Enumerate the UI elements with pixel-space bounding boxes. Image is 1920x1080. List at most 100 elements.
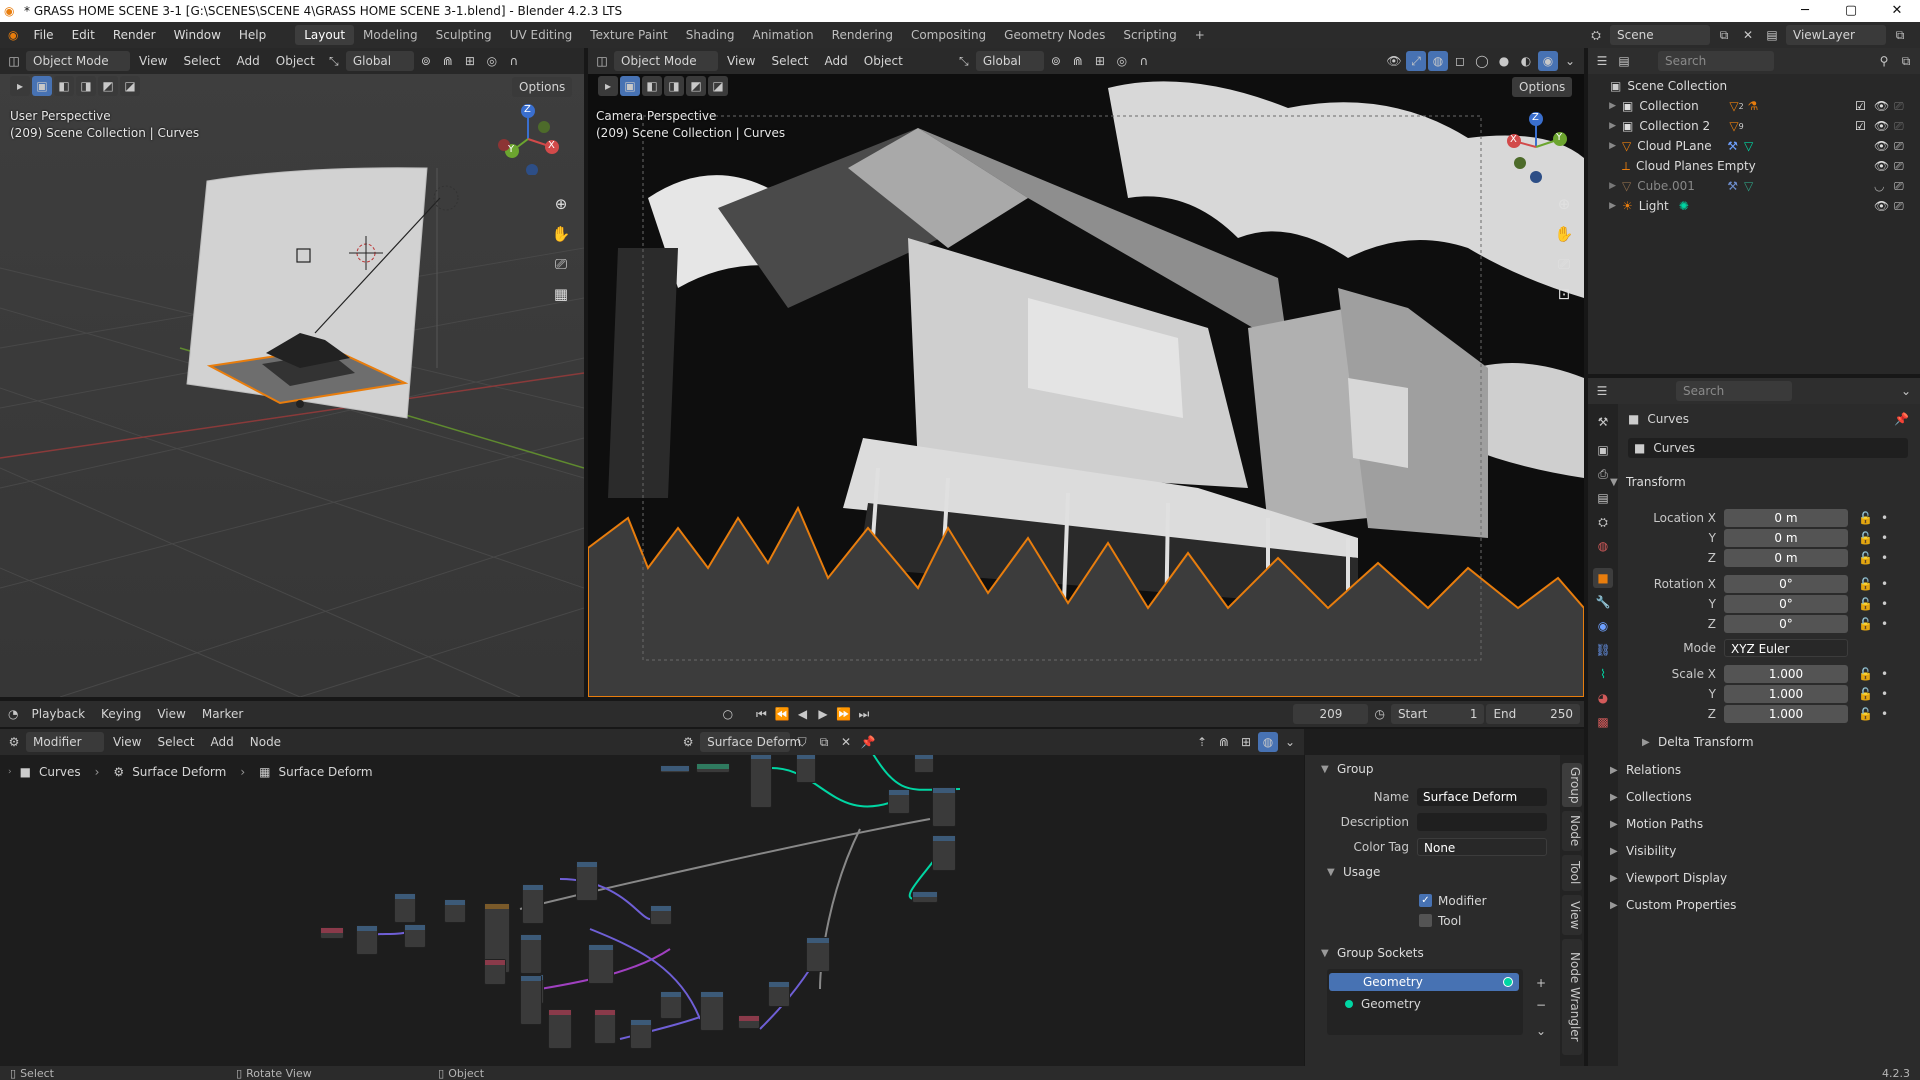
modifier-checkbox-row[interactable]: ✓ Modifier — [1419, 891, 1487, 910]
node-box[interactable] — [650, 905, 672, 925]
node-menu-node[interactable]: Node — [243, 732, 288, 752]
physics-tab-icon[interactable]: ◉ — [1593, 616, 1613, 636]
socket-item-input[interactable]: Geometry — [1329, 995, 1519, 1013]
properties-search[interactable]: Search — [1676, 381, 1792, 401]
shading-solid-icon[interactable]: ● — [1494, 51, 1514, 71]
play-reverse-icon[interactable]: ◀ — [793, 704, 812, 724]
world-tab-icon[interactable]: ◍ — [1593, 536, 1613, 556]
lock-icon[interactable]: 🔓 — [1858, 531, 1873, 545]
pivot-icon[interactable]: ⊚ — [416, 51, 436, 71]
camera-zoom-icon[interactable]: ⊕ — [1550, 190, 1578, 218]
select-box-icon[interactable]: ▣ — [32, 76, 52, 96]
node-box[interactable] — [444, 899, 466, 923]
node-box[interactable] — [320, 927, 344, 939]
camera-pan-hand-icon[interactable]: ✋ — [1550, 220, 1578, 248]
node-tree-icon[interactable]: ⚙ — [678, 732, 698, 752]
camera-view-icon[interactable]: ⎚ — [547, 250, 575, 278]
camera-select-box-icon[interactable]: ▣ — [620, 76, 640, 96]
eye-icon[interactable]: 👁 — [1874, 99, 1889, 113]
motion-paths-header[interactable]: ▶ Motion Paths — [1610, 814, 1703, 834]
tab-shading[interactable]: Shading — [677, 25, 744, 45]
auto-keying-icon[interactable]: ○ — [719, 704, 738, 724]
expand-arrow-icon[interactable]: ▶ — [1588, 201, 1616, 211]
left-menu-add[interactable]: Add — [230, 51, 267, 71]
add-socket-icon[interactable]: + — [1531, 973, 1551, 993]
node-box[interactable] — [660, 765, 690, 773]
camera-options-button[interactable]: Options — [1512, 77, 1573, 97]
group-name-field[interactable]: Surface Deform — [1417, 787, 1547, 806]
select-intersect-icon[interactable]: ◪ — [120, 76, 140, 96]
tab-modeling[interactable]: Modeling — [354, 25, 427, 45]
keying-menu[interactable]: Keying — [94, 704, 148, 724]
checkbox-icon[interactable]: ☑ — [1855, 119, 1866, 133]
usage-subpanel-header[interactable]: ▼ Usage — [1327, 862, 1380, 882]
texture-tab-icon[interactable]: ▩ — [1593, 712, 1613, 732]
node-box[interactable] — [696, 763, 730, 773]
lock-icon[interactable]: 🔓 — [1858, 551, 1873, 565]
node-box[interactable] — [588, 944, 614, 984]
relations-header[interactable]: ▶ Relations — [1610, 760, 1681, 780]
breadcrumb-object[interactable]: Curves — [39, 765, 81, 779]
node-box[interactable] — [796, 753, 816, 783]
lock-icon[interactable]: 🔓 — [1858, 577, 1873, 591]
lock-icon[interactable]: 🔓 — [1858, 597, 1873, 611]
tab-group[interactable]: Group — [1562, 763, 1582, 807]
node-box[interactable] — [522, 884, 544, 924]
rotation-mode-dropdown[interactable]: XYZ Euler — [1724, 638, 1848, 657]
node-overlay-options-icon[interactable]: ⌄ — [1280, 732, 1300, 752]
eye-icon[interactable]: 👁 — [1874, 119, 1889, 133]
node-type-dropdown[interactable]: Modifier — [26, 732, 104, 752]
outliner-row-cloud-planes-empty[interactable]: ⟂ Cloud Planes Empty 👁 ⎚ — [1588, 156, 1920, 176]
node-box[interactable] — [932, 835, 956, 871]
outliner-row-cloud-plane[interactable]: ▶ ▽ Cloud PLane ⚒ ▽ 👁 ⎚ — [1588, 136, 1920, 156]
keyframe-dot-icon[interactable]: • — [1881, 617, 1888, 631]
camera-select-tool-icon[interactable]: ▸ — [598, 76, 618, 96]
keyframe-dot-icon[interactable]: • — [1881, 707, 1888, 721]
scene-selector[interactable]: Scene — [1610, 25, 1710, 45]
scale-x-field[interactable]: 1.000 — [1724, 664, 1848, 683]
node-editor[interactable] — [0, 729, 1304, 1066]
tab-tool[interactable]: Tool — [1562, 855, 1582, 891]
outliner-row-collection[interactable]: ▶ ▣ Collection ▽ 2 ⚗ ☑ 👁 ⎚ — [1588, 96, 1920, 116]
camera-snap-target-icon[interactable]: ⊞ — [1090, 51, 1110, 71]
shading-rendered-icon[interactable]: ◉ — [1538, 51, 1558, 71]
shading-material-icon[interactable]: ◐ — [1516, 51, 1536, 71]
keyframe-dot-icon[interactable]: • — [1881, 687, 1888, 701]
socket-item-output[interactable]: Geometry — [1329, 973, 1519, 991]
snap-target-icon[interactable]: ⊞ — [460, 51, 480, 71]
menu-help[interactable]: Help — [230, 28, 275, 42]
overlays-icon[interactable]: ◍ — [1428, 51, 1448, 71]
breadcrumb-nodetree[interactable]: Surface Deform — [278, 765, 372, 779]
camera-falloff-icon[interactable]: ∩ — [1134, 51, 1154, 71]
tab-geometry-nodes[interactable]: Geometry Nodes — [995, 25, 1114, 45]
node-box[interactable] — [888, 789, 910, 814]
ortho-grid-icon[interactable]: ▦ — [547, 280, 575, 308]
transform-panel-header[interactable]: ▼ Transform — [1610, 472, 1686, 492]
parent-node-tree-icon[interactable]: ⇡ — [1192, 732, 1212, 752]
modifier-tab-icon[interactable]: 🔧 — [1593, 592, 1613, 612]
new-collection-icon[interactable]: ⧉ — [1896, 51, 1916, 71]
jump-keyframe-back-icon[interactable]: ⏪ — [773, 704, 792, 724]
outliner-row-light[interactable]: ▶ ☀ Light ✺ 👁 ⎚ — [1588, 196, 1920, 216]
datablock-field[interactable]: ■ Curves — [1628, 438, 1908, 458]
location-x-field[interactable]: 0 m — [1724, 508, 1848, 527]
keyframe-dot-icon[interactable]: • — [1881, 551, 1888, 565]
camera-nav-gizmo[interactable]: Z X Y — [1500, 111, 1572, 183]
camera-menu-object[interactable]: Object — [857, 51, 910, 71]
pan-hand-icon[interactable]: ✋ — [547, 220, 575, 248]
camera-menu-add[interactable]: Add — [818, 51, 855, 71]
scene-new-icon[interactable]: ⧉ — [1714, 25, 1734, 45]
camera-menu-select[interactable]: Select — [764, 51, 815, 71]
rotation-z-field[interactable]: 0° — [1724, 614, 1848, 633]
camera-proportional-icon[interactable]: ◎ — [1112, 51, 1132, 71]
location-z-field[interactable]: 0 m — [1724, 548, 1848, 567]
tab-view[interactable]: View — [1562, 895, 1582, 935]
camera-pivot-icon[interactable]: ⊚ — [1046, 51, 1066, 71]
camera-disabled-icon[interactable]: ⎚ — [1894, 99, 1904, 114]
camera-render-icon[interactable]: ⎚ — [1894, 199, 1904, 214]
node-overlay-icon[interactable]: ◍ — [1258, 732, 1278, 752]
node-box[interactable] — [914, 753, 934, 773]
left-menu-object[interactable]: Object — [269, 51, 322, 71]
proportional-edit-icon[interactable]: ◎ — [482, 51, 502, 71]
camera-menu-view[interactable]: View — [720, 51, 762, 71]
